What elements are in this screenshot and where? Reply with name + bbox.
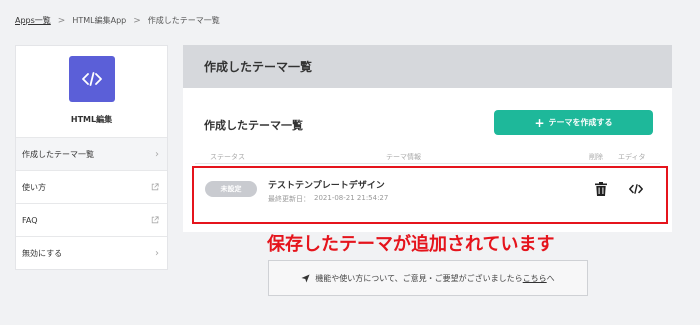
external-link-icon [151, 183, 159, 191]
breadcrumb-apps-link[interactable]: Apps一覧 [15, 15, 51, 26]
column-header-delete: 削除 [589, 153, 603, 161]
page-title: 作成したテーマ一覧 [183, 45, 672, 88]
sidebar-item-label: 作成したテーマ一覧 [22, 149, 94, 159]
sidebar: HTML編集 作成したテーマ一覧 › 使い方 FAQ 無効にする › [15, 45, 168, 270]
card-title: 作成したテーマ一覧 [204, 119, 303, 132]
divider [195, 163, 660, 164]
app-name: HTML編集 [70, 115, 113, 124]
annotation-text: 保存したテーマが追加されています [267, 234, 555, 255]
plus-icon: + [534, 115, 545, 130]
sidebar-item-usage[interactable]: 使い方 [16, 171, 167, 204]
code-icon [68, 56, 115, 102]
highlight-box [192, 166, 668, 224]
column-header-status: ステータス [210, 153, 245, 161]
sidebar-item-label: FAQ [22, 215, 38, 225]
external-link-icon [151, 216, 159, 224]
feedback-text: 機能や使い方について、ご意見・ご要望がございましたらこちらへ [315, 273, 555, 283]
create-theme-button[interactable]: + テーマを作成する [494, 110, 653, 135]
sidebar-item-disable[interactable]: 無効にする › [16, 237, 167, 270]
feedback-banner: 機能や使い方について、ご意見・ご要望がございましたらこちらへ [268, 260, 588, 296]
breadcrumb-current: 作成したテーマ一覧 [147, 16, 220, 25]
sidebar-item-theme-list[interactable]: 作成したテーマ一覧 › [16, 138, 167, 171]
breadcrumb-separator: > [57, 15, 66, 26]
sidebar-item-faq[interactable]: FAQ [16, 204, 167, 237]
send-icon [301, 273, 310, 283]
create-theme-label: テーマを作成する [548, 118, 613, 127]
chevron-right-icon: › [155, 148, 159, 160]
breadcrumb: Apps一覧 > HTML編集App > 作成したテーマ一覧 [15, 15, 220, 26]
chevron-right-icon: › [155, 248, 159, 259]
breadcrumb-app[interactable]: HTML編集App [72, 15, 126, 26]
column-header-editor: エディタ [618, 153, 646, 161]
column-header-info: テーマ情報 [386, 153, 421, 161]
sidebar-item-label: 無効にする [22, 249, 63, 258]
app-card: HTML編集 [16, 46, 167, 138]
breadcrumb-separator: > [133, 15, 141, 26]
sidebar-item-label: 使い方 [22, 182, 46, 192]
feedback-link[interactable]: こちら [523, 274, 547, 283]
